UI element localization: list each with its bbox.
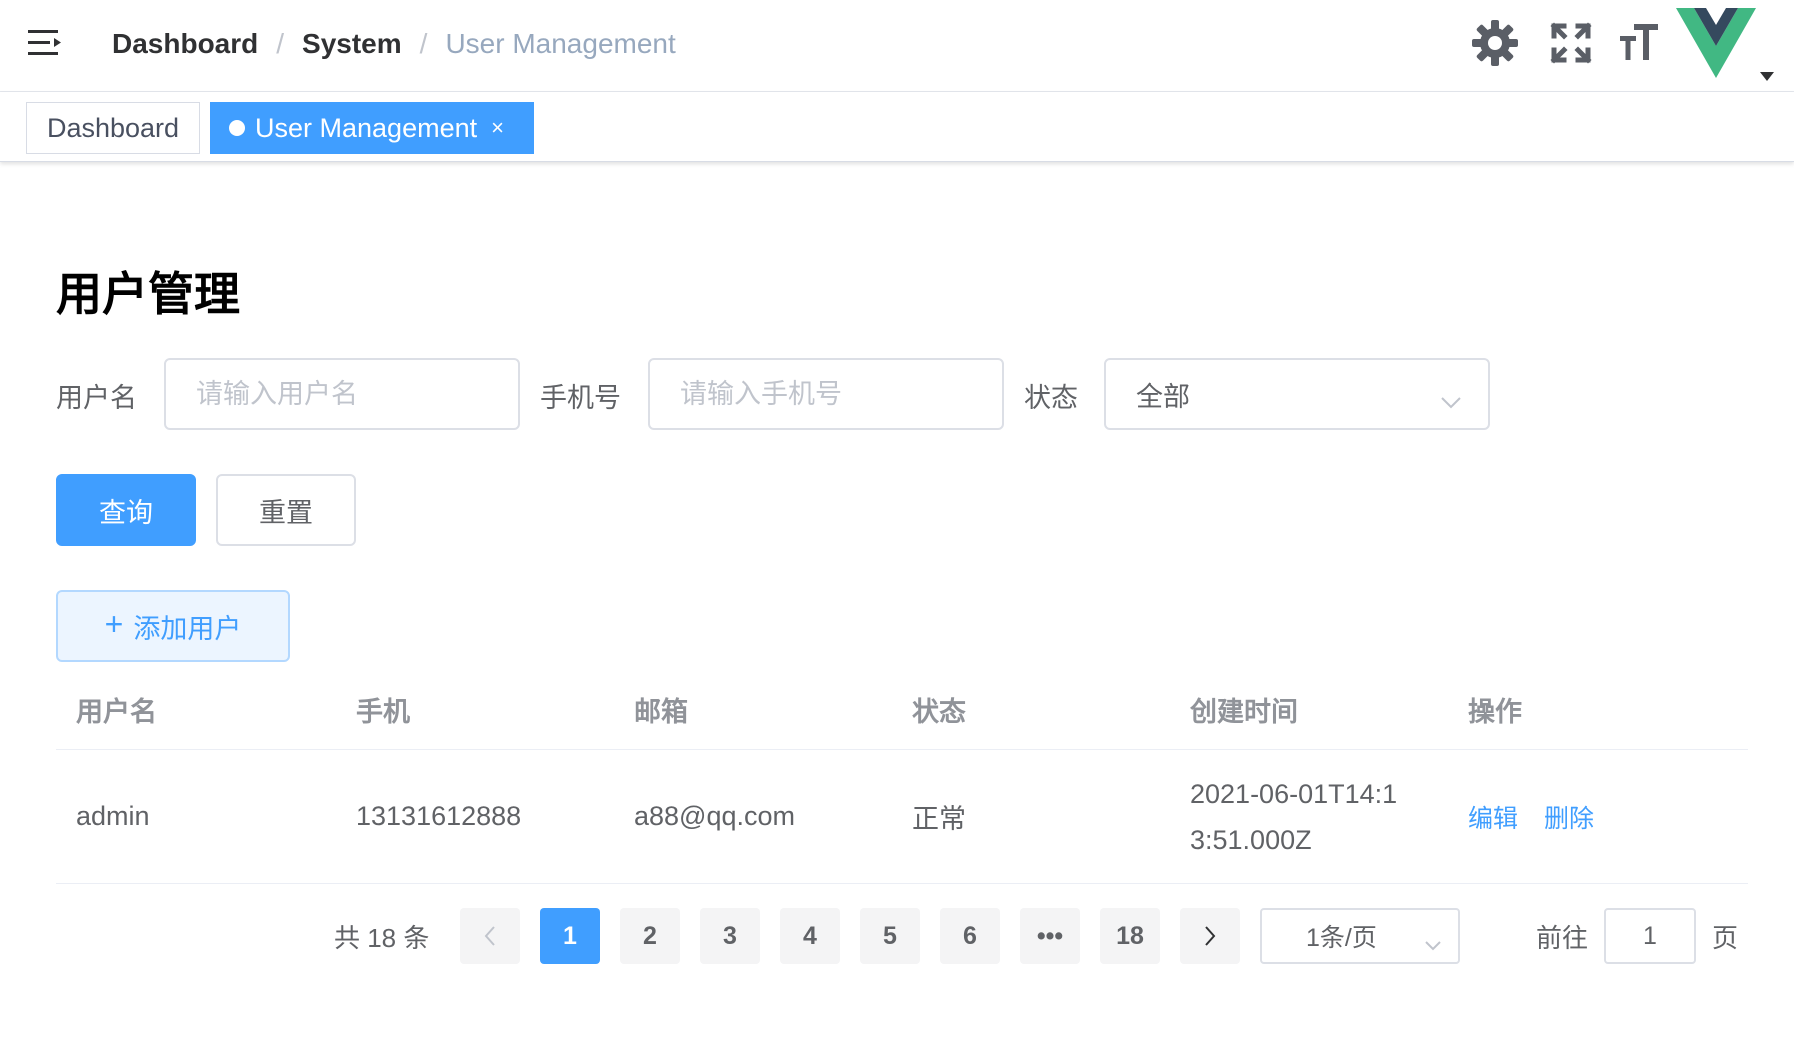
cell-status: 正常: [912, 804, 966, 834]
status-select[interactable]: 全部: [1104, 358, 1490, 430]
more-pages-button[interactable]: •••: [1020, 908, 1080, 964]
table-header-row: 用户名 手机 邮箱 状态 创建时间 操作: [56, 670, 1748, 750]
next-page-button[interactable]: [1180, 908, 1240, 964]
close-icon[interactable]: ×: [491, 115, 504, 141]
page-button-2[interactable]: 2: [620, 908, 680, 964]
page-title: 用户管理: [56, 268, 240, 320]
chevron-left-icon: [484, 926, 495, 946]
breadcrumb-separator: /: [419, 28, 428, 59]
reset-button[interactable]: 重置: [216, 474, 356, 546]
status-label: 状态: [1024, 383, 1078, 413]
page-size-value: 1条/页: [1306, 924, 1377, 952]
phone-input[interactable]: [648, 358, 1004, 430]
chevron-down-icon: [1440, 386, 1462, 417]
add-user-button-label: 添加用户: [133, 613, 242, 644]
created-at-text: 2021-06-01T14:13:51.000Z: [1190, 778, 1398, 855]
page-button-5[interactable]: 5: [860, 908, 920, 964]
column-header: 操作: [1468, 697, 1522, 727]
fullscreen-icon[interactable]: [1550, 22, 1592, 64]
pagination: 共 18 条 1 2 3 4 5 6 ••• 18 1条/页 前往 页: [0, 908, 1794, 964]
edit-link[interactable]: 编辑: [1468, 799, 1518, 835]
reset-button-label: 重置: [259, 497, 313, 528]
page-button-3[interactable]: 3: [700, 908, 760, 964]
tag-label: User Management: [255, 112, 478, 143]
chevron-right-icon: [1205, 926, 1216, 946]
add-user-button[interactable]: + 添加用户: [56, 590, 290, 662]
breadcrumb-item-dashboard[interactable]: Dashboard: [112, 28, 258, 60]
cell-phone: 13131612888: [356, 801, 522, 831]
cell-created-at: 2021-06-01T14:13:51.000Z: [1170, 750, 1448, 883]
goto-page-input[interactable]: [1604, 908, 1696, 964]
breadcrumb-item-current: User Management: [445, 28, 676, 59]
column-header: 用户名: [76, 697, 157, 727]
page-button-4[interactable]: 4: [780, 908, 840, 964]
tag-label: Dashboard: [46, 112, 180, 143]
plus-icon: +: [104, 605, 124, 642]
prev-page-button[interactable]: [460, 908, 520, 964]
page-suffix-label: 页: [1712, 923, 1739, 953]
tags-view: Dashboard User Management ×: [0, 92, 1794, 162]
breadcrumb-separator: /: [276, 28, 285, 59]
breadcrumb-item-system[interactable]: System: [302, 28, 402, 60]
page-button-6[interactable]: 6: [940, 908, 1000, 964]
font-size-icon[interactable]: [1620, 22, 1660, 64]
phone-label: 手机号: [540, 383, 621, 413]
breadcrumb: Dashboard / System / User Management: [112, 24, 676, 64]
column-header: 创建时间: [1190, 697, 1298, 727]
status-selected-value: 全部: [1136, 381, 1190, 412]
username-label: 用户名: [56, 383, 137, 413]
query-button[interactable]: 查询: [56, 474, 196, 546]
page-button-1[interactable]: 1: [540, 908, 600, 964]
column-header: 状态: [912, 697, 966, 727]
cell-email: a88@qq.com: [634, 801, 795, 831]
username-input[interactable]: [164, 358, 520, 430]
navbar: Dashboard / System / User Management: [0, 0, 1794, 92]
column-header: 邮箱: [634, 697, 688, 727]
user-table: 用户名 手机 邮箱 状态 创建时间 操作 admin 13131612888 a…: [56, 670, 1748, 884]
table-row: admin 13131612888 a88@qq.com 正常 2021-06-…: [56, 750, 1748, 884]
caret-down-icon[interactable]: [1760, 72, 1774, 81]
cell-username: admin: [76, 801, 150, 831]
query-button-label: 查询: [99, 497, 153, 528]
page-size-select[interactable]: 1条/页: [1260, 908, 1460, 964]
tag-user-management[interactable]: User Management ×: [210, 102, 534, 154]
hamburger-icon[interactable]: [28, 28, 64, 58]
pagination-total: 共 18 条: [334, 923, 430, 953]
goto-label: 前往: [1536, 923, 1589, 953]
delete-link[interactable]: 删除: [1544, 799, 1594, 835]
tag-dashboard[interactable]: Dashboard: [26, 102, 200, 154]
chevron-down-icon: [1424, 930, 1442, 959]
active-dot-icon: [229, 120, 245, 136]
column-header: 手机: [356, 697, 410, 727]
page-button-18[interactable]: 18: [1100, 908, 1160, 964]
gear-icon[interactable]: [1470, 18, 1520, 68]
cell-actions: 编辑 删除: [1448, 750, 1748, 883]
